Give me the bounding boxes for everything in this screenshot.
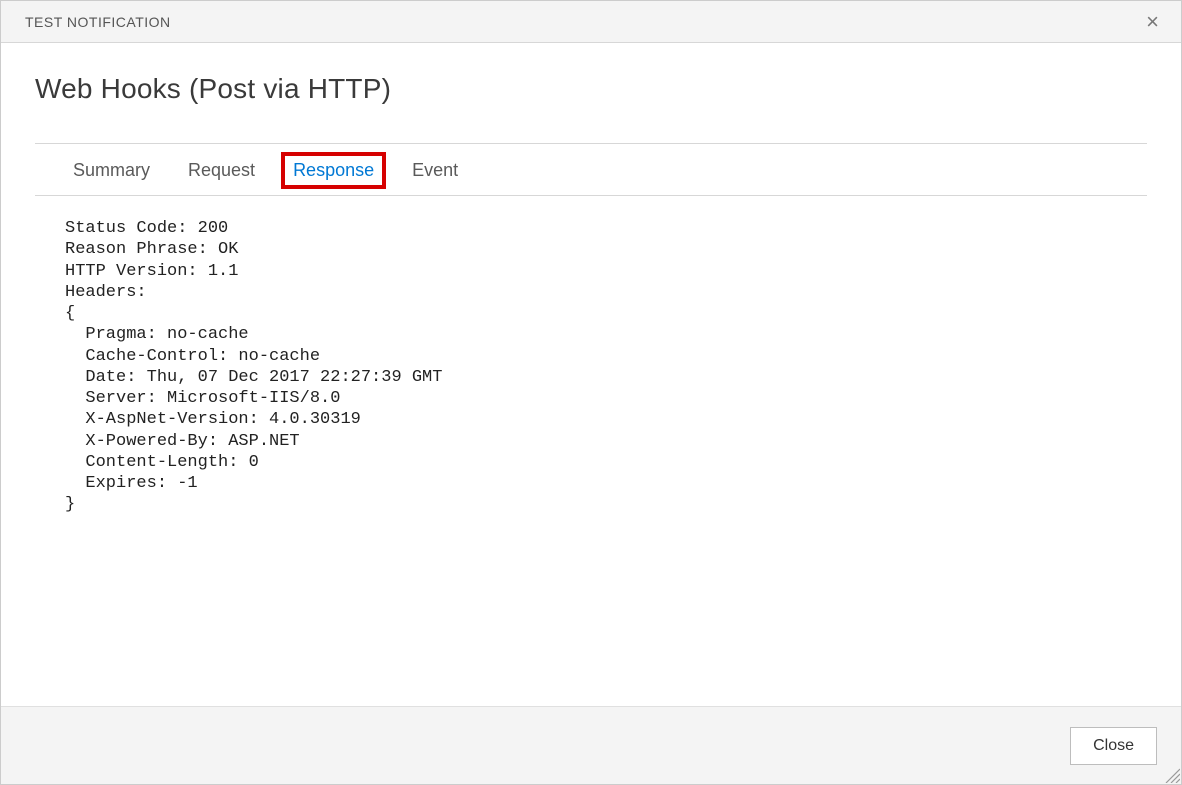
- close-icon[interactable]: ×: [1138, 7, 1167, 37]
- response-content: Status Code: 200 Reason Phrase: OK HTTP …: [65, 218, 1147, 516]
- close-button[interactable]: Close: [1070, 727, 1157, 765]
- tab-response[interactable]: Response: [283, 154, 384, 187]
- tab-row: Summary Request Response Event: [35, 154, 1147, 187]
- tab-summary[interactable]: Summary: [63, 154, 160, 187]
- tab-event[interactable]: Event: [402, 154, 468, 187]
- tab-container: Summary Request Response Event: [35, 143, 1147, 196]
- dialog-title: TEST NOTIFICATION: [25, 14, 171, 30]
- dialog-header: TEST NOTIFICATION ×: [1, 1, 1181, 43]
- resize-grip-icon: [1162, 765, 1180, 783]
- page-title: Web Hooks (Post via HTTP): [35, 73, 1147, 105]
- dialog-footer: Close: [1, 706, 1181, 784]
- test-notification-dialog: TEST NOTIFICATION × Web Hooks (Post via …: [0, 0, 1182, 785]
- dialog-body: Web Hooks (Post via HTTP) Summary Reques…: [1, 43, 1181, 706]
- tab-request[interactable]: Request: [178, 154, 265, 187]
